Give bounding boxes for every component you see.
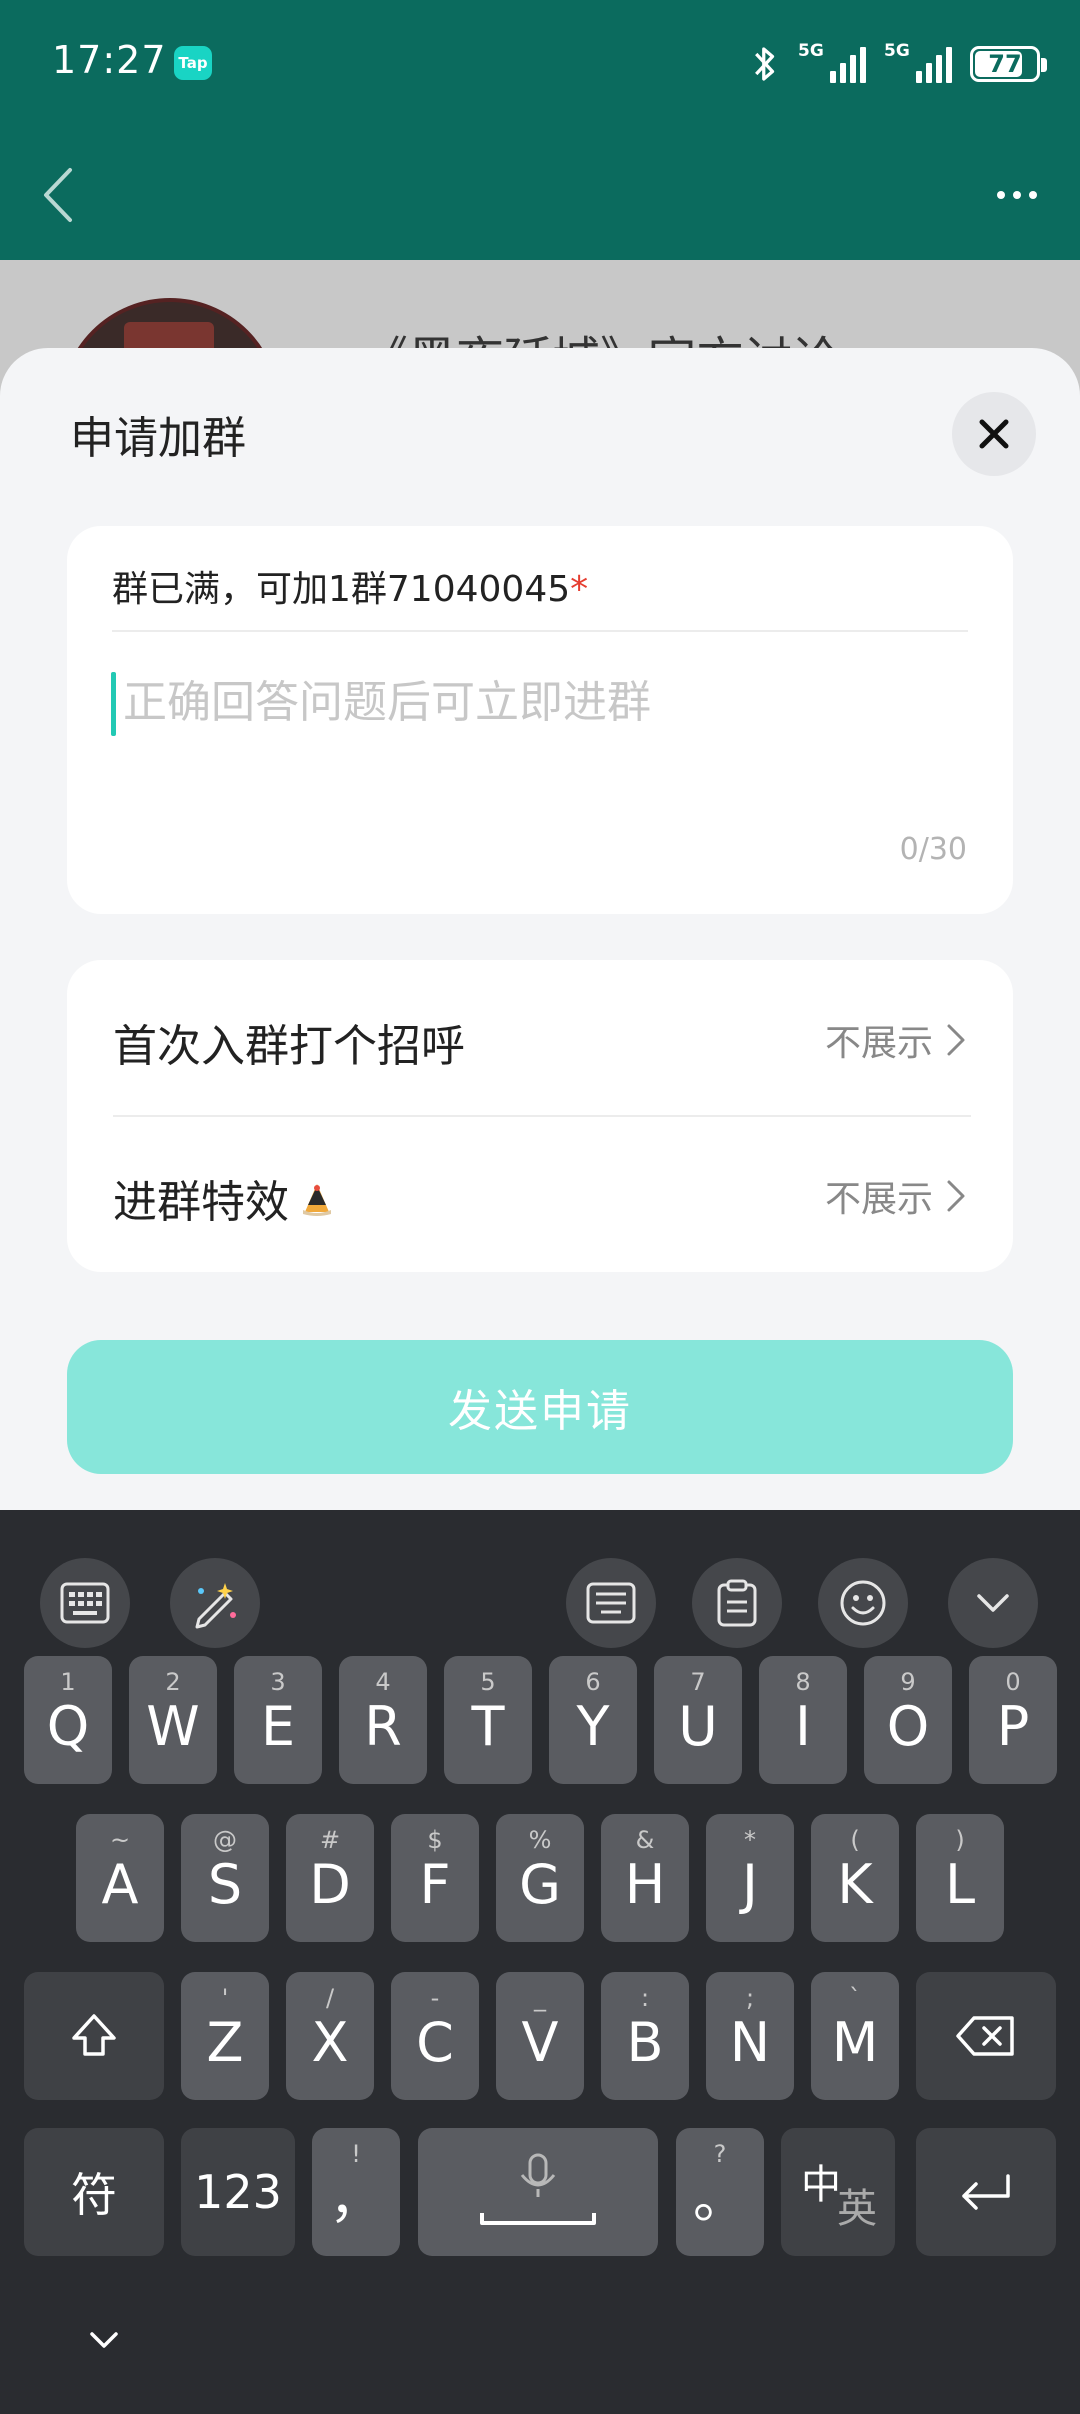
more-options-button[interactable]: [982, 160, 1052, 230]
close-button[interactable]: [952, 392, 1036, 476]
status-bar: 17:27 Tap 5G 5G 77: [0, 0, 1080, 130]
app-bar: [0, 130, 1080, 260]
key-j[interactable]: * J: [706, 1814, 794, 1942]
key-x[interactable]: / X: [286, 1972, 374, 2100]
chevron-right-icon: [947, 1180, 965, 1212]
key-n[interactable]: ; N: [706, 1972, 794, 2100]
option-join-effect[interactable]: 进群特效 不展示: [67, 1116, 1013, 1272]
option-greeting[interactable]: 首次入群打个招呼 不展示: [67, 960, 1013, 1117]
clipboard-button[interactable]: [692, 1558, 782, 1648]
key-a[interactable]: ~ A: [76, 1814, 164, 1942]
comma-key[interactable]: !，: [312, 2128, 400, 2256]
enter-icon: [962, 2174, 1010, 2210]
key-d[interactable]: # D: [286, 1814, 374, 1942]
backspace-icon: [956, 2016, 1014, 2056]
chevron-down-icon: [977, 1594, 1009, 1612]
close-icon: [979, 419, 1009, 449]
key-e[interactable]: 3E: [234, 1656, 322, 1784]
key-p[interactable]: 0P: [969, 1656, 1057, 1784]
key-w[interactable]: 2W: [129, 1656, 217, 1784]
signal-2-icon: 5G: [884, 41, 952, 87]
key-u[interactable]: 7U: [654, 1656, 742, 1784]
more-dots-icon: [997, 191, 1005, 199]
soft-keyboard: 1Q 2W 3E 4R 5T 6Y 7U 8I 9O 0P ~ A @ S # D $…: [0, 1510, 1080, 2414]
required-mark: *: [570, 569, 589, 610]
key-q[interactable]: 1Q: [24, 1656, 112, 1784]
key-h[interactable]: & H: [601, 1814, 689, 1942]
signal-1-icon: 5G: [798, 41, 866, 87]
key-s[interactable]: @ S: [181, 1814, 269, 1942]
language-english-label: 英: [837, 2186, 877, 2232]
key-m[interactable]: ` M: [811, 1972, 899, 2100]
key-t[interactable]: 5T: [444, 1656, 532, 1784]
keyboard-switch-button[interactable]: [40, 1558, 130, 1648]
emoji-button[interactable]: [818, 1558, 908, 1648]
tap-app-icon: Tap: [174, 46, 212, 80]
status-time: 17:27: [52, 38, 167, 82]
key-l[interactable]: ) L: [916, 1814, 1004, 1942]
key-k[interactable]: (K: [811, 1814, 899, 1942]
language-switch-key[interactable]: 中 英: [781, 2128, 895, 2256]
key-g[interactable]: % G: [496, 1814, 584, 1942]
microphone-icon: [480, 2153, 596, 2225]
question-card: 群已满，可加1群71040045* 0/30: [67, 526, 1013, 914]
key-y[interactable]: 6Y: [549, 1656, 637, 1784]
key-z[interactable]: ' Z: [181, 1972, 269, 2100]
options-card: 首次入群打个招呼 不展示 进群特效 不展示: [67, 960, 1013, 1272]
enter-key[interactable]: [916, 2128, 1056, 2256]
shift-icon: [72, 2014, 116, 2056]
chevron-down-icon: [90, 2332, 118, 2348]
navigation-collapse-button[interactable]: [76, 2312, 132, 2368]
divider: [112, 630, 968, 632]
symbols-key[interactable]: 符: [24, 2128, 164, 2256]
key-i[interactable]: 8I: [759, 1656, 847, 1784]
language-chinese-label: 中: [801, 2162, 841, 2208]
answer-input[interactable]: [123, 662, 963, 742]
key-r[interactable]: 4R: [339, 1656, 427, 1784]
question-label: 群已满，可加1群71040045*: [112, 569, 589, 610]
clipboard-icon: [717, 1579, 757, 1627]
shift-key[interactable]: [24, 1972, 164, 2100]
key-b[interactable]: :B: [601, 1972, 689, 2100]
key-f[interactable]: $ F: [391, 1814, 479, 1942]
option-value: 不展示: [824, 1179, 933, 1220]
keyboard-layout-icon: [586, 1582, 636, 1624]
magic-pen-icon: [195, 1583, 236, 1629]
key-c[interactable]: -C: [391, 1972, 479, 2100]
text-cursor: [111, 672, 116, 736]
layout-button[interactable]: [566, 1558, 656, 1648]
emoji-icon: [840, 1580, 886, 1626]
chevron-right-icon: [947, 1024, 965, 1056]
battery-icon: 77: [970, 46, 1047, 82]
sheet-title: 申请加群: [70, 413, 246, 464]
option-label: 首次入群打个招呼: [113, 1021, 465, 1072]
space-key[interactable]: [418, 2128, 658, 2256]
key-v[interactable]: _ V: [496, 1972, 584, 2100]
bluetooth-icon: [755, 47, 775, 81]
ai-pen-button[interactable]: [170, 1558, 260, 1648]
keyboard-toolbar: [0, 1510, 1080, 1650]
numbers-key[interactable]: 123: [181, 2128, 295, 2256]
battery-level: 77: [988, 50, 1022, 78]
key-o[interactable]: 9O: [864, 1656, 952, 1784]
backspace-key[interactable]: [916, 1972, 1056, 2100]
option-label: 进群特效: [113, 1177, 289, 1228]
cake-icon: [303, 1184, 331, 1216]
hide-keyboard-button[interactable]: [948, 1558, 1038, 1648]
join-group-sheet: 申请加群 群已满，可加1群71040045* 0/30 首次入群打个招呼 不展示…: [0, 348, 1080, 1510]
status-icons: 5G 5G 77: [750, 36, 1047, 92]
send-request-button[interactable]: 发送申请: [67, 1340, 1013, 1474]
option-value: 不展示: [824, 1023, 933, 1064]
char-counter: 0/30: [899, 832, 967, 867]
keyboard-icon: [60, 1582, 110, 1624]
back-button[interactable]: [28, 160, 98, 230]
chevron-left-icon: [44, 168, 72, 222]
period-key[interactable]: ?。: [676, 2128, 764, 2256]
